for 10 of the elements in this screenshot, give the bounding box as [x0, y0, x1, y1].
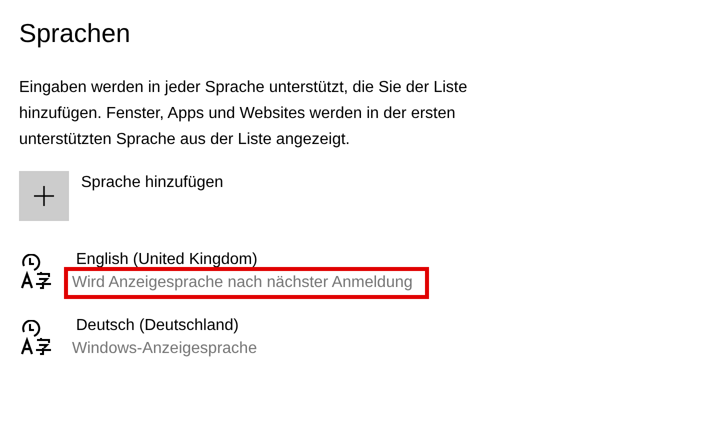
page-title: Sprachen — [19, 18, 132, 49]
language-status: Windows-Anzeigesprache — [71, 339, 258, 359]
language-icon — [20, 320, 52, 356]
language-status: Wird Anzeigesprache nach nächster Anmeldung — [64, 267, 429, 299]
add-language-button[interactable] — [19, 171, 69, 221]
language-name[interactable]: Deutsch (Deutschland) — [76, 315, 273, 337]
add-language-label[interactable]: Sprache hinzufügen — [81, 174, 224, 192]
language-icon — [20, 254, 52, 290]
plus-icon — [33, 185, 55, 207]
description-text: Eingaben werden in jeder Sprache unterstützt, die Sie der Liste hinzufügen. Fenster, Apps und Websites werden in der ersten unterstützten Sprache aus der Liste angezeigt. — [19, 78, 468, 150]
